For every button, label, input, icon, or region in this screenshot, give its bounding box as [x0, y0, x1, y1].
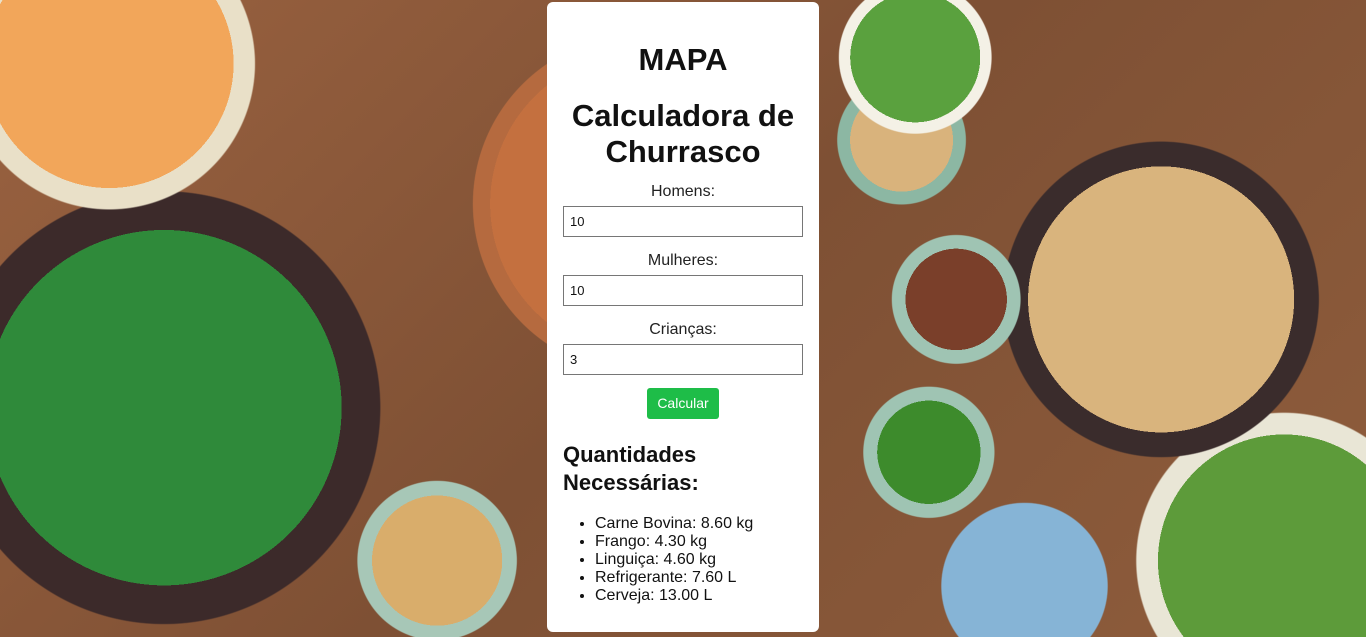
result-item-chicken: Frango: 4.30 kg — [595, 533, 803, 551]
men-label: Homens: — [650, 183, 716, 200]
children-input[interactable] — [563, 344, 803, 375]
result-item-sausage: Linguiça: 4.60 kg — [595, 551, 803, 569]
calculator-card: MAPA Calculadora de Churrasco Homens: Mu… — [547, 2, 819, 632]
calculate-button[interactable]: Calcular — [647, 388, 719, 419]
result-item-soda: Refrigerante: 7.60 L — [595, 569, 803, 587]
calculator-heading: Calculadora de Churrasco — [571, 98, 795, 169]
results-heading: Quantidades Necessárias: — [563, 442, 699, 495]
men-input[interactable] — [563, 206, 803, 237]
women-input[interactable] — [563, 275, 803, 306]
result-item-beer: Cerveja: 13.00 L — [595, 587, 803, 605]
women-label: Mulheres: — [647, 252, 719, 269]
children-label: Crianças: — [649, 321, 717, 338]
calculator-form: Homens: Mulheres: Crianças: Calcular — [563, 182, 803, 419]
page-title: MAPA — [638, 42, 728, 77]
results-list: Carne Bovina: 8.60 kg Frango: 4.30 kg Li… — [563, 515, 803, 605]
result-item-beef: Carne Bovina: 8.60 kg — [595, 515, 803, 533]
